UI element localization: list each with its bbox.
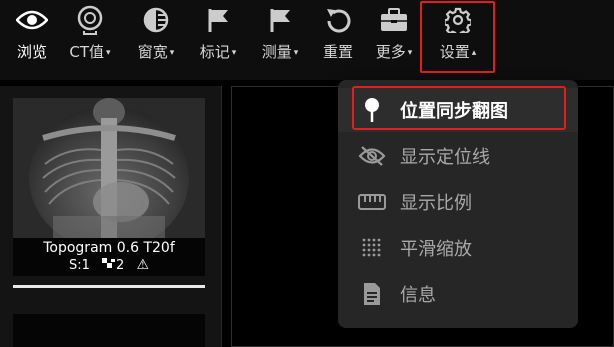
caret-down-icon: ▾ — [106, 47, 111, 58]
menu-item-info[interactable]: 信息 — [338, 272, 578, 316]
thumbnail-load-bar — [13, 285, 205, 288]
caret-up-icon: ▴ — [471, 47, 477, 58]
tool-mark-label: 标记 — [199, 43, 230, 61]
series-title: Topogram 0.6 T20f — [43, 240, 175, 256]
menu-item-show-locator-line[interactable]: 显示定位线 — [338, 134, 578, 178]
tool-more[interactable]: 更多 ▾ — [366, 0, 422, 80]
series-meta: S:1 2 ⚠ — [13, 257, 205, 274]
ct-value-icon — [76, 0, 104, 40]
menu-item-label: 显示比例 — [400, 193, 472, 214]
tool-ct-value[interactable]: CT值 ▾ — [60, 0, 120, 80]
window-contrast-icon — [143, 0, 169, 40]
tool-more-label: 更多 — [375, 43, 406, 61]
eye-slash-icon — [354, 145, 390, 167]
menu-item-smooth-zoom[interactable]: 平滑缩放 — [338, 226, 578, 270]
tool-reset[interactable]: 重置 — [316, 0, 360, 80]
caret-down-icon: ▾ — [169, 47, 175, 58]
series-thumbnail[interactable] — [13, 314, 205, 347]
image-count: 2 — [116, 258, 125, 273]
series-number: S:1 — [68, 258, 90, 273]
menu-item-position-sync[interactable]: 位置同步翻图 — [338, 88, 578, 132]
flag-icon — [206, 0, 230, 40]
tool-settings[interactable]: 设置 ▴ — [428, 0, 488, 80]
thumbnail-caption: Topogram 0.6 T20f S:1 2 ⚠ — [13, 238, 205, 276]
settings-dropdown-menu: 位置同步翻图 显示定位线 显示比例 平滑缩放 信息 — [338, 80, 578, 328]
tool-measure-label: 测量 — [261, 43, 292, 61]
tool-browse-label: 浏览 — [16, 43, 47, 61]
tool-window-width[interactable]: 窗宽 ▾ — [128, 0, 184, 80]
tool-reset-label: 重置 — [322, 43, 353, 61]
series-thumbnail[interactable]: Topogram 0.6 T20f S:1 2 ⚠ — [13, 98, 205, 276]
menu-item-show-scale[interactable]: 显示比例 — [338, 180, 578, 224]
eye-icon — [16, 0, 48, 40]
tool-mark[interactable]: 标记 ▾ — [190, 0, 246, 80]
caret-down-icon: ▾ — [231, 47, 237, 58]
toolbar: 浏览 CT值 ▾ 窗宽 ▾ 标记 ▾ 测量 ▾ 重置 更多 ▾ 设置 ▴ — [0, 0, 614, 80]
tool-ct-value-label: CT值 — [69, 43, 105, 61]
caret-down-icon: ▾ — [407, 47, 413, 58]
reset-icon — [325, 0, 351, 40]
tool-measure[interactable]: 测量 ▾ — [252, 0, 308, 80]
measure-flag-icon — [268, 0, 292, 40]
image-stack-icon — [102, 257, 116, 274]
xray-thumbnail-image — [13, 98, 205, 250]
menu-item-label: 显示定位线 — [400, 147, 490, 168]
menu-item-label: 平滑缩放 — [400, 239, 472, 260]
menu-item-label: 位置同步翻图 — [400, 101, 508, 122]
tool-settings-label: 设置 — [439, 43, 470, 61]
tool-browse[interactable]: 浏览 — [10, 0, 54, 80]
document-icon — [354, 282, 390, 306]
pin-icon — [354, 97, 390, 123]
menu-item-label: 信息 — [400, 285, 436, 306]
tool-window-width-label: 窗宽 — [137, 43, 168, 61]
dots-grid-icon — [354, 237, 390, 259]
warning-icon: ⚠ — [136, 257, 150, 273]
caret-down-icon: ▾ — [293, 47, 299, 58]
toolbox-icon — [380, 0, 408, 40]
gear-icon — [445, 0, 471, 40]
ruler-icon — [354, 194, 390, 210]
